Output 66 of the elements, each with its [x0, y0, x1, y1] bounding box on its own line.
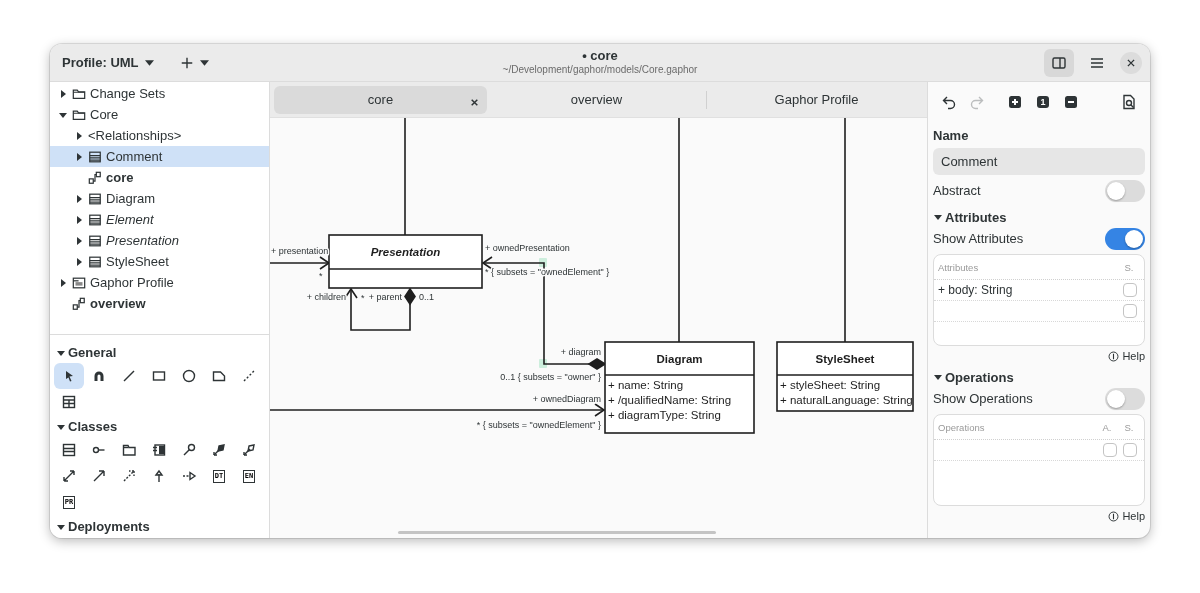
class-name: Presentation	[370, 246, 441, 258]
tree-row[interactable]: StyleSheet	[50, 251, 269, 272]
tree-row[interactable]: Presentation	[50, 230, 269, 251]
column-header: Operations	[938, 421, 986, 433]
class-attribute: + diagramType: String	[608, 409, 721, 421]
tree-row[interactable]: Gaphor Profile	[50, 272, 269, 293]
tree-label: <Relationships>	[88, 128, 182, 143]
class-name: Diagram	[656, 352, 703, 365]
tree-row[interactable]: core	[50, 167, 269, 188]
tree-label: Presentation	[106, 233, 179, 248]
toolbox-section-title[interactable]: Classes	[68, 419, 118, 434]
toggle-label: Show Operations	[933, 391, 1033, 406]
profile-menu-button[interactable]: Profile: UML	[56, 51, 160, 74]
column-header: A.	[1101, 421, 1113, 433]
tree-label: Gaphor Profile	[90, 275, 174, 290]
class-name: StyleSheet	[815, 352, 875, 365]
column-header: S.	[1123, 261, 1135, 273]
association-end-label: *	[319, 271, 323, 281]
window-subtitle: ~/Development/gaphor/models/Core.gaphor	[502, 64, 698, 76]
class-attribute: + naturalLanguage: String	[780, 394, 913, 406]
section-title[interactable]: Attributes	[945, 209, 1007, 225]
name-label: Name	[933, 128, 970, 143]
tree-row[interactable]: overview	[50, 293, 269, 314]
tree-label: Diagram	[106, 191, 156, 206]
tree-label: Change Sets	[90, 86, 166, 101]
section-title[interactable]: Operations	[945, 369, 1014, 385]
association-end-label: + presentation	[271, 246, 329, 256]
table-cell: + body: String	[938, 283, 1013, 297]
tree-row[interactable]: <Relationships>	[50, 125, 269, 146]
class-attribute: + name: String	[608, 379, 684, 391]
class-attribute: + styleSheet: String	[780, 379, 881, 391]
association-end-label: + children	[306, 292, 346, 302]
tree-row[interactable]: Element	[50, 209, 269, 230]
association-end-label: + parent	[368, 292, 402, 302]
association-end-label: 0..1 { subsets = "owner" }	[500, 372, 601, 382]
name-field[interactable]: Comment	[933, 148, 1145, 175]
tree-label: core	[106, 170, 134, 185]
diagram-tab[interactable]: Gaphor Profile	[710, 85, 923, 114]
association-end-label: *	[361, 293, 365, 303]
tree-row[interactable]: Diagram	[50, 188, 269, 209]
abstract-label: Abstract	[933, 183, 981, 198]
association-end-label: 0..1	[419, 292, 434, 302]
tree-label: overview	[90, 296, 146, 311]
tree-label: Element	[106, 212, 154, 227]
column-header: Attributes	[938, 261, 980, 273]
tree-row[interactable]: Core	[50, 104, 269, 125]
association-end-label: + ownedPresentation	[485, 243, 570, 253]
class-attribute: + /qualifiedName: String	[608, 394, 732, 406]
tree-row[interactable]: Change Sets	[50, 83, 269, 104]
tree-label: Comment	[106, 149, 163, 164]
toolbox-section-title[interactable]: Deployments	[68, 519, 150, 534]
window-title: • core	[582, 49, 618, 65]
association-end-label: + diagram	[560, 347, 601, 357]
tree-label: Core	[90, 107, 119, 122]
column-header: S.	[1123, 421, 1135, 433]
number-button[interactable]: 1	[1029, 88, 1057, 116]
association-end-label: * { subsets = "ownedElement" }	[476, 420, 601, 430]
help-button[interactable]: Help	[1108, 350, 1145, 362]
help-button[interactable]: Help	[1108, 510, 1145, 522]
association-end-label: + ownedDiagram	[532, 394, 601, 404]
toolbox-section-title[interactable]: General	[68, 345, 117, 360]
diagram-tab[interactable]: core	[274, 85, 487, 114]
toggle-label: Show Attributes	[933, 231, 1024, 246]
tree-label: StyleSheet	[106, 254, 169, 269]
tree-row[interactable]: Comment	[50, 146, 269, 167]
diagram-tab[interactable]: overview	[490, 85, 703, 114]
